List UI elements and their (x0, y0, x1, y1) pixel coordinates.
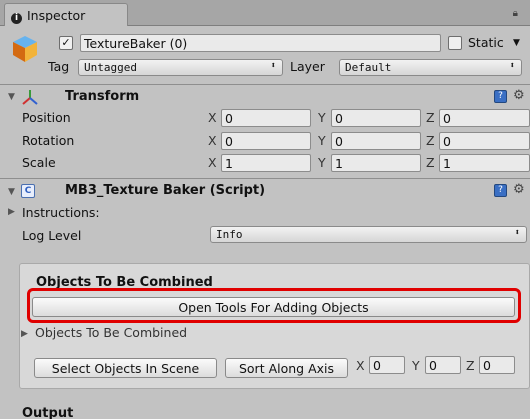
axis-y-label[interactable]: Y (318, 110, 326, 125)
open-tools-button[interactable]: Open Tools For Adding Objects (32, 297, 515, 317)
updown-arrow-icon: ⬍ (509, 61, 515, 71)
objects-list-foldout[interactable]: Objects To Be Combined (35, 325, 187, 340)
rotation-x-field[interactable]: 0 (221, 132, 311, 150)
divider (0, 84, 530, 85)
log-level-value: Info (216, 228, 243, 241)
tag-label: Tag (48, 59, 70, 74)
axis-x-label[interactable]: X (208, 155, 217, 170)
position-label: Position (22, 110, 71, 125)
foldout-collapsed-icon[interactable]: ▶ (8, 207, 15, 217)
transform-title: Transform (65, 89, 140, 104)
position-z-field[interactable]: 0 (439, 109, 530, 127)
help-book-icon[interactable]: ? (494, 90, 507, 103)
log-level-label: Log Level (22, 228, 82, 243)
rotation-label: Rotation (22, 133, 75, 148)
gameobject-name-field[interactable]: TextureBaker (0) (80, 34, 441, 52)
sort-z-field[interactable]: 0 (479, 356, 515, 374)
sort-x-field[interactable]: 0 (369, 356, 405, 374)
foldout-expanded-icon[interactable]: ▼ (8, 92, 15, 102)
script-title: MB3_Texture Baker (Script) (65, 183, 266, 198)
lock-icon[interactable]: 🔒︎ (513, 8, 518, 19)
sort-axis-x-label[interactable]: X (356, 358, 365, 373)
scale-y-field[interactable]: 1 (331, 154, 421, 172)
log-level-dropdown[interactable]: Info ⬍ (210, 226, 527, 243)
foldout-collapsed-icon[interactable]: ▶ (21, 329, 28, 339)
updown-arrow-icon: ⬍ (514, 228, 520, 238)
static-dropdown-arrow-icon[interactable]: ▼ (513, 38, 520, 48)
layer-label: Layer (290, 59, 325, 74)
script-file-icon: C (21, 184, 35, 198)
scale-z-field[interactable]: 1 (439, 154, 530, 172)
position-y-field[interactable]: 0 (331, 109, 421, 127)
axis-y-label[interactable]: Y (318, 133, 326, 148)
sort-along-axis-button[interactable]: Sort Along Axis (225, 358, 348, 378)
gameobject-cube-icon (10, 34, 40, 64)
output-section-title: Output (22, 406, 74, 419)
layer-dropdown[interactable]: Default ⬍ (339, 59, 522, 76)
tag-value: Untagged (84, 61, 137, 74)
scale-x-field[interactable]: 1 (221, 154, 311, 172)
layer-value: Default (345, 61, 392, 74)
static-checkbox[interactable] (448, 36, 462, 50)
gear-icon[interactable]: ⚙ (513, 88, 525, 103)
transform-icon (20, 88, 40, 106)
scale-label: Scale (22, 155, 56, 170)
axis-z-label[interactable]: Z (426, 133, 435, 148)
rotation-y-field[interactable]: 0 (331, 132, 421, 150)
sort-y-field[interactable]: 0 (425, 356, 461, 374)
updown-arrow-icon: ⬍ (270, 61, 276, 71)
tab-label: Inspector (27, 8, 86, 23)
select-objects-button[interactable]: Select Objects In Scene (34, 358, 217, 378)
position-x-field[interactable]: 0 (221, 109, 311, 127)
rotation-z-field[interactable]: 0 (439, 132, 530, 150)
divider (0, 178, 530, 179)
axis-x-label[interactable]: X (208, 110, 217, 125)
axis-z-label[interactable]: Z (426, 155, 435, 170)
info-icon: i (11, 13, 22, 24)
axis-x-label[interactable]: X (208, 133, 217, 148)
sort-axis-y-label[interactable]: Y (412, 358, 420, 373)
gear-icon[interactable]: ⚙ (513, 182, 525, 197)
axis-z-label[interactable]: Z (426, 110, 435, 125)
tab-inspector[interactable]: i Inspector (4, 3, 128, 26)
tag-dropdown[interactable]: Untagged ⬍ (78, 59, 283, 76)
help-book-icon[interactable]: ? (494, 184, 507, 197)
static-label: Static (468, 35, 504, 50)
sort-axis-z-label[interactable]: Z (466, 358, 475, 373)
foldout-expanded-icon[interactable]: ▼ (8, 187, 15, 197)
instructions-foldout[interactable]: Instructions: (22, 205, 100, 220)
axis-y-label[interactable]: Y (318, 155, 326, 170)
active-checkbox[interactable]: ✓ (59, 36, 73, 50)
